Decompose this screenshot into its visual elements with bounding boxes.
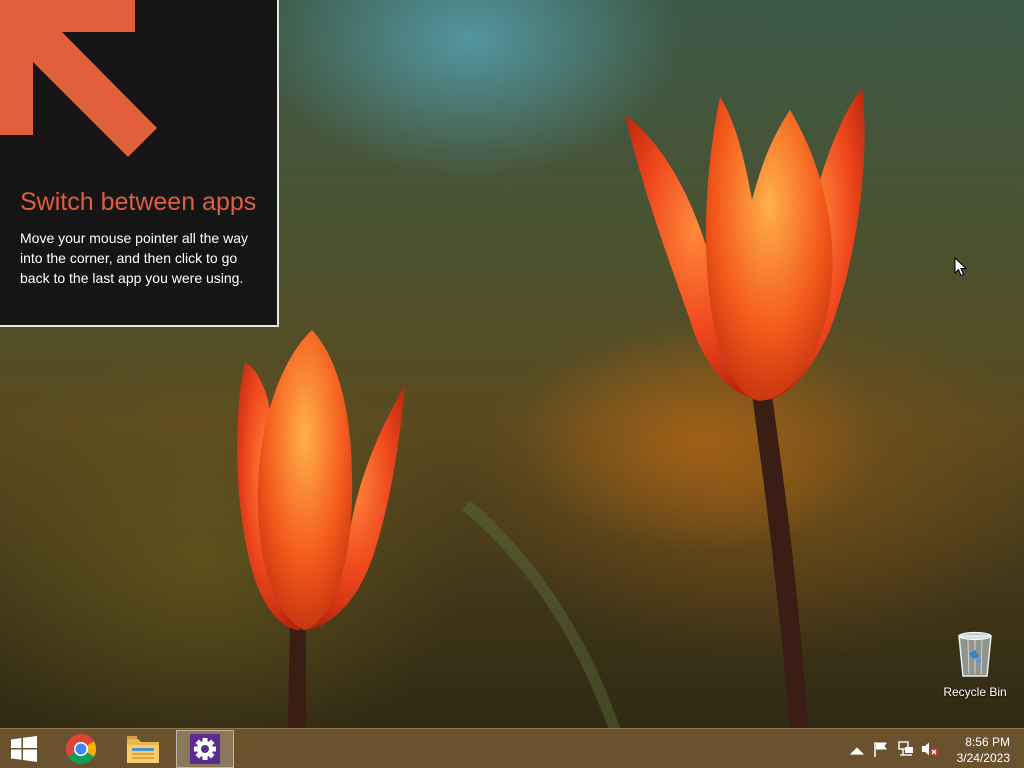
- network-icon[interactable]: [897, 741, 915, 757]
- taskbar: 8:56 PM 3/24/2023: [0, 728, 1024, 768]
- flag-icon[interactable]: [872, 741, 890, 757]
- recycle-bin-label: Recycle Bin: [943, 685, 1007, 699]
- volume-muted-icon[interactable]: [921, 741, 939, 757]
- pc-settings-taskbar-button[interactable]: [176, 730, 234, 768]
- tip-body: Move your mouse pointer all the way into…: [20, 230, 248, 286]
- folder-icon: [127, 736, 159, 763]
- tip-title: Switch between apps: [20, 188, 257, 216]
- gear-icon: [190, 734, 220, 764]
- clock[interactable]: 8:56 PM 3/24/2023: [940, 734, 1010, 766]
- mouse-pointer-icon: [954, 257, 968, 277]
- recycle-bin-shortcut[interactable]: Recycle Bin: [940, 630, 1010, 699]
- file-explorer-taskbar-button[interactable]: [114, 730, 172, 768]
- switch-apps-tip[interactable]: Switch between apps Move your mouse poin…: [0, 0, 279, 327]
- chevron-up-icon[interactable]: [848, 743, 866, 759]
- clock-date: 3/24/2023: [956, 751, 1010, 765]
- arrow-up-left-icon: [0, 0, 157, 157]
- chrome-icon: [66, 734, 96, 764]
- start-button[interactable]: [0, 730, 48, 768]
- windows-logo-icon: [11, 736, 37, 762]
- chrome-taskbar-button[interactable]: [52, 730, 110, 768]
- recycle-bin-icon: [958, 631, 992, 677]
- clock-time: 8:56 PM: [965, 735, 1010, 749]
- desktop[interactable]: Switch between apps Move your mouse poin…: [0, 0, 1024, 768]
